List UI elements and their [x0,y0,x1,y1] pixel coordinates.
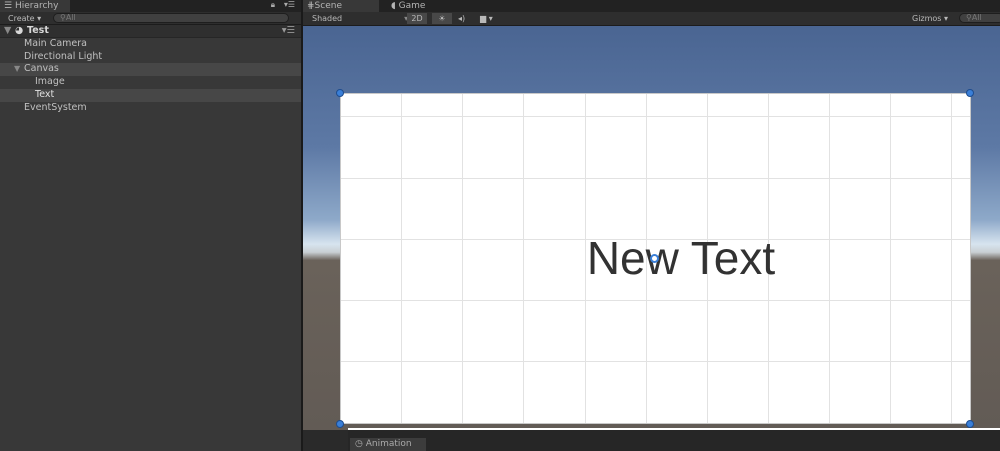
pacman-icon: ◖ [391,1,399,11]
hierarchy-item[interactable]: Directional Light [0,51,301,64]
tab-animation[interactable]: ◷ Animation [350,438,426,451]
pivot-icon[interactable] [650,254,659,263]
hierarchy-item[interactable]: EventSystem [0,102,301,115]
audio-icon[interactable]: ◂) [458,13,465,24]
expand-arrow-icon[interactable]: ▼ [4,25,11,38]
rect-handle-bottom-left[interactable] [336,420,344,428]
rect-handle-top-left[interactable] [336,89,344,97]
panel-menu-icon[interactable]: ▾☰ [284,0,295,9]
grid-icon: ⋕ [307,1,315,11]
hierarchy-item[interactable]: ▼ Canvas [0,63,301,77]
ui-canvas-rect[interactable]: New Text [340,93,971,424]
lighting-icon[interactable]: ☀ [432,13,452,24]
unity-icon: ◕ [15,25,24,36]
hierarchy-item[interactable]: Image [0,76,301,89]
tab-hierarchy[interactable]: ☰ Hierarchy [0,0,70,12]
hierarchy-item[interactable]: Main Camera [0,38,301,51]
tab-scene[interactable]: ⋕Scene [303,0,379,12]
2d-toggle[interactable]: 2D [407,13,427,24]
scene-search-input[interactable]: ⚲All [959,13,1000,23]
ui-text-object[interactable]: New Text [561,231,801,285]
scene-viewport[interactable]: New Text [303,26,1000,430]
create-button[interactable]: Create ▾ [8,13,41,24]
scene-menu-icon[interactable]: ▾☰ [282,25,295,38]
gizmos-dropdown[interactable]: Gizmos ▾ [912,13,948,24]
shading-dropdown[interactable]: Shaded▾ [312,13,408,24]
lock-icon[interactable]: 🔒︎ [271,0,275,10]
clock-icon: ◷ [355,439,366,449]
effects-icon[interactable]: ▆ ▾ [480,13,493,24]
hierarchy-item-selected[interactable]: Text [0,88,301,102]
hierarchy-search-input[interactable]: ⚲All [53,13,289,23]
rect-handle-bottom-right[interactable] [966,420,974,428]
expand-arrow-icon[interactable]: ▼ [14,63,20,76]
hierarchy-panel: ☰ Hierarchy 🔒︎ ▾☰ Create ▾ ⚲All ▼ ◕ Test ▾☰… [0,0,301,451]
scene-panel: ⋕Scene ◖ Game Shaded▾ 2D ☀ ◂) ▆ ▾ Gizmos… [303,0,1000,451]
scene-root-row[interactable]: ▼ ◕ Test ▾☰ [0,25,301,38]
animation-panel: ◷ Animation [348,430,1000,451]
tab-game[interactable]: ◖ Game [387,0,431,12]
rect-handle-top-right[interactable] [966,89,974,97]
list-icon: ☰ [4,1,15,11]
